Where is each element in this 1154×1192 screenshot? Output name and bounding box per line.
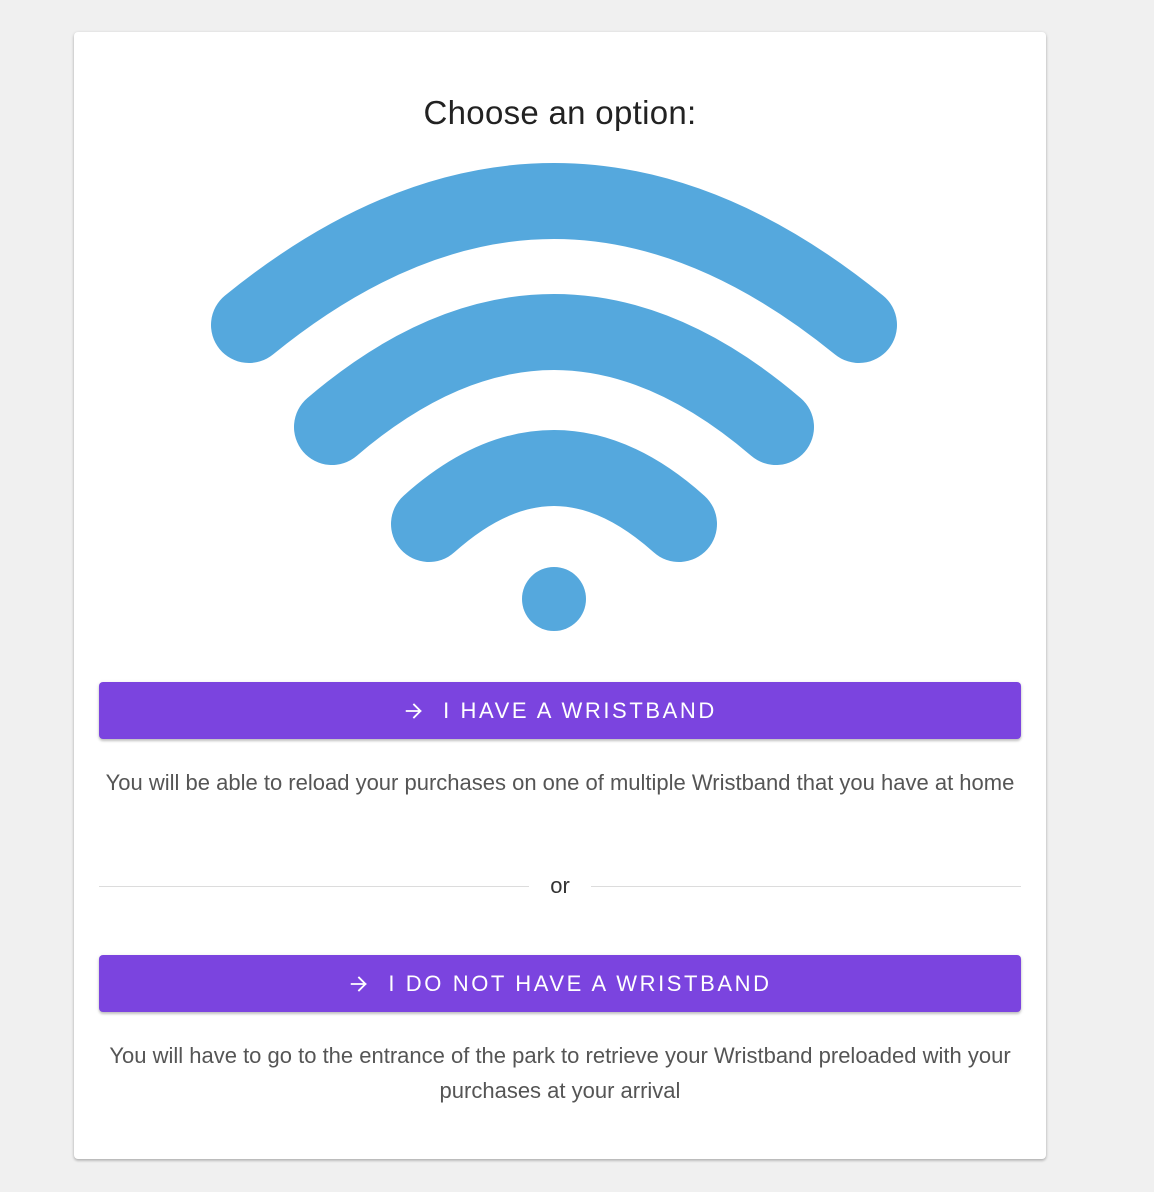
have-wristband-label: I HAVE A WRISTBAND xyxy=(443,697,717,723)
wifi-arc-inner xyxy=(391,430,717,562)
have-wristband-button[interactable]: I HAVE A WRISTBAND xyxy=(99,682,1021,739)
or-divider: or xyxy=(99,872,1021,900)
option-card: Choose an option: I HAVE A WRISTBAND You… xyxy=(74,32,1046,1159)
page-title: Choose an option: xyxy=(423,94,697,131)
no-wristband-label: I DO NOT HAVE A WRISTBAND xyxy=(388,970,772,996)
wifi-dot xyxy=(522,567,586,631)
wifi-icon xyxy=(211,163,897,631)
arrow-right-icon xyxy=(351,975,368,992)
divider-label: or xyxy=(550,873,570,898)
wifi-arc-middle xyxy=(294,294,814,465)
have-wristband-description: You will be able to reload your purchase… xyxy=(105,770,1015,795)
no-wristband-button[interactable]: I DO NOT HAVE A WRISTBAND xyxy=(99,955,1021,1012)
arrow-right-icon xyxy=(405,702,422,719)
no-wristband-description: You will have to go to the entrance of t… xyxy=(109,1043,1011,1103)
